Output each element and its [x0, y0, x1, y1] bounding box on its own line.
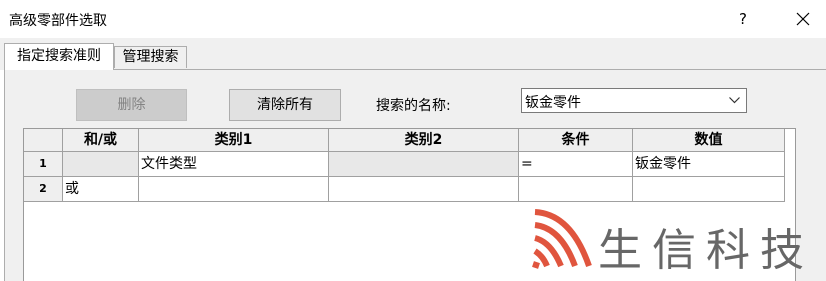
close-button[interactable] — [788, 4, 818, 34]
cell-and-or[interactable]: 或 — [63, 177, 139, 202]
help-button[interactable]: ? — [728, 4, 758, 34]
search-name-select[interactable]: 钣金零件 — [521, 88, 747, 113]
row-number[interactable]: 1 — [24, 152, 63, 177]
search-name-value: 钣金零件 — [525, 95, 581, 111]
cell-and-or[interactable] — [63, 152, 139, 177]
watermark: 生信科技 — [531, 205, 821, 276]
chevron-down-icon — [729, 97, 740, 104]
window-title: 高级零部件选取 — [9, 13, 107, 29]
tab-specify-criteria[interactable]: 指定搜索准则 — [4, 43, 114, 70]
cell-category2[interactable] — [329, 177, 519, 202]
grid-corner — [24, 129, 63, 152]
column-header-and-or[interactable]: 和/或 — [63, 129, 139, 152]
title-bar: 高级零部件选取 ? — [0, 0, 826, 38]
delete-button[interactable]: 删除 — [76, 89, 187, 121]
close-icon — [796, 12, 810, 26]
tab-manage-search[interactable]: 管理搜索 — [114, 46, 187, 68]
cell-value[interactable]: 钣金零件 — [633, 152, 785, 177]
column-header-category2[interactable]: 类别2 — [329, 129, 519, 152]
cell-condition[interactable] — [519, 177, 633, 202]
column-header-condition[interactable]: 条件 — [519, 129, 633, 152]
cell-category1[interactable] — [139, 177, 329, 202]
cell-category2[interactable] — [329, 152, 519, 177]
cell-category1[interactable]: 文件类型 — [139, 152, 329, 177]
watermark-text: 生信科技 — [598, 225, 814, 276]
search-name-label: 搜索的名称: — [376, 98, 451, 114]
cell-value[interactable] — [633, 177, 785, 202]
cell-condition[interactable]: = — [519, 152, 633, 177]
column-header-value[interactable]: 数值 — [633, 129, 785, 152]
tab-strip: 指定搜索准则 管理搜索 — [0, 38, 826, 70]
clear-all-button[interactable]: 清除所有 — [229, 89, 341, 121]
row-number[interactable]: 2 — [24, 177, 63, 202]
column-header-category1[interactable]: 类别1 — [139, 129, 329, 152]
watermark-logo-icon — [532, 209, 592, 269]
